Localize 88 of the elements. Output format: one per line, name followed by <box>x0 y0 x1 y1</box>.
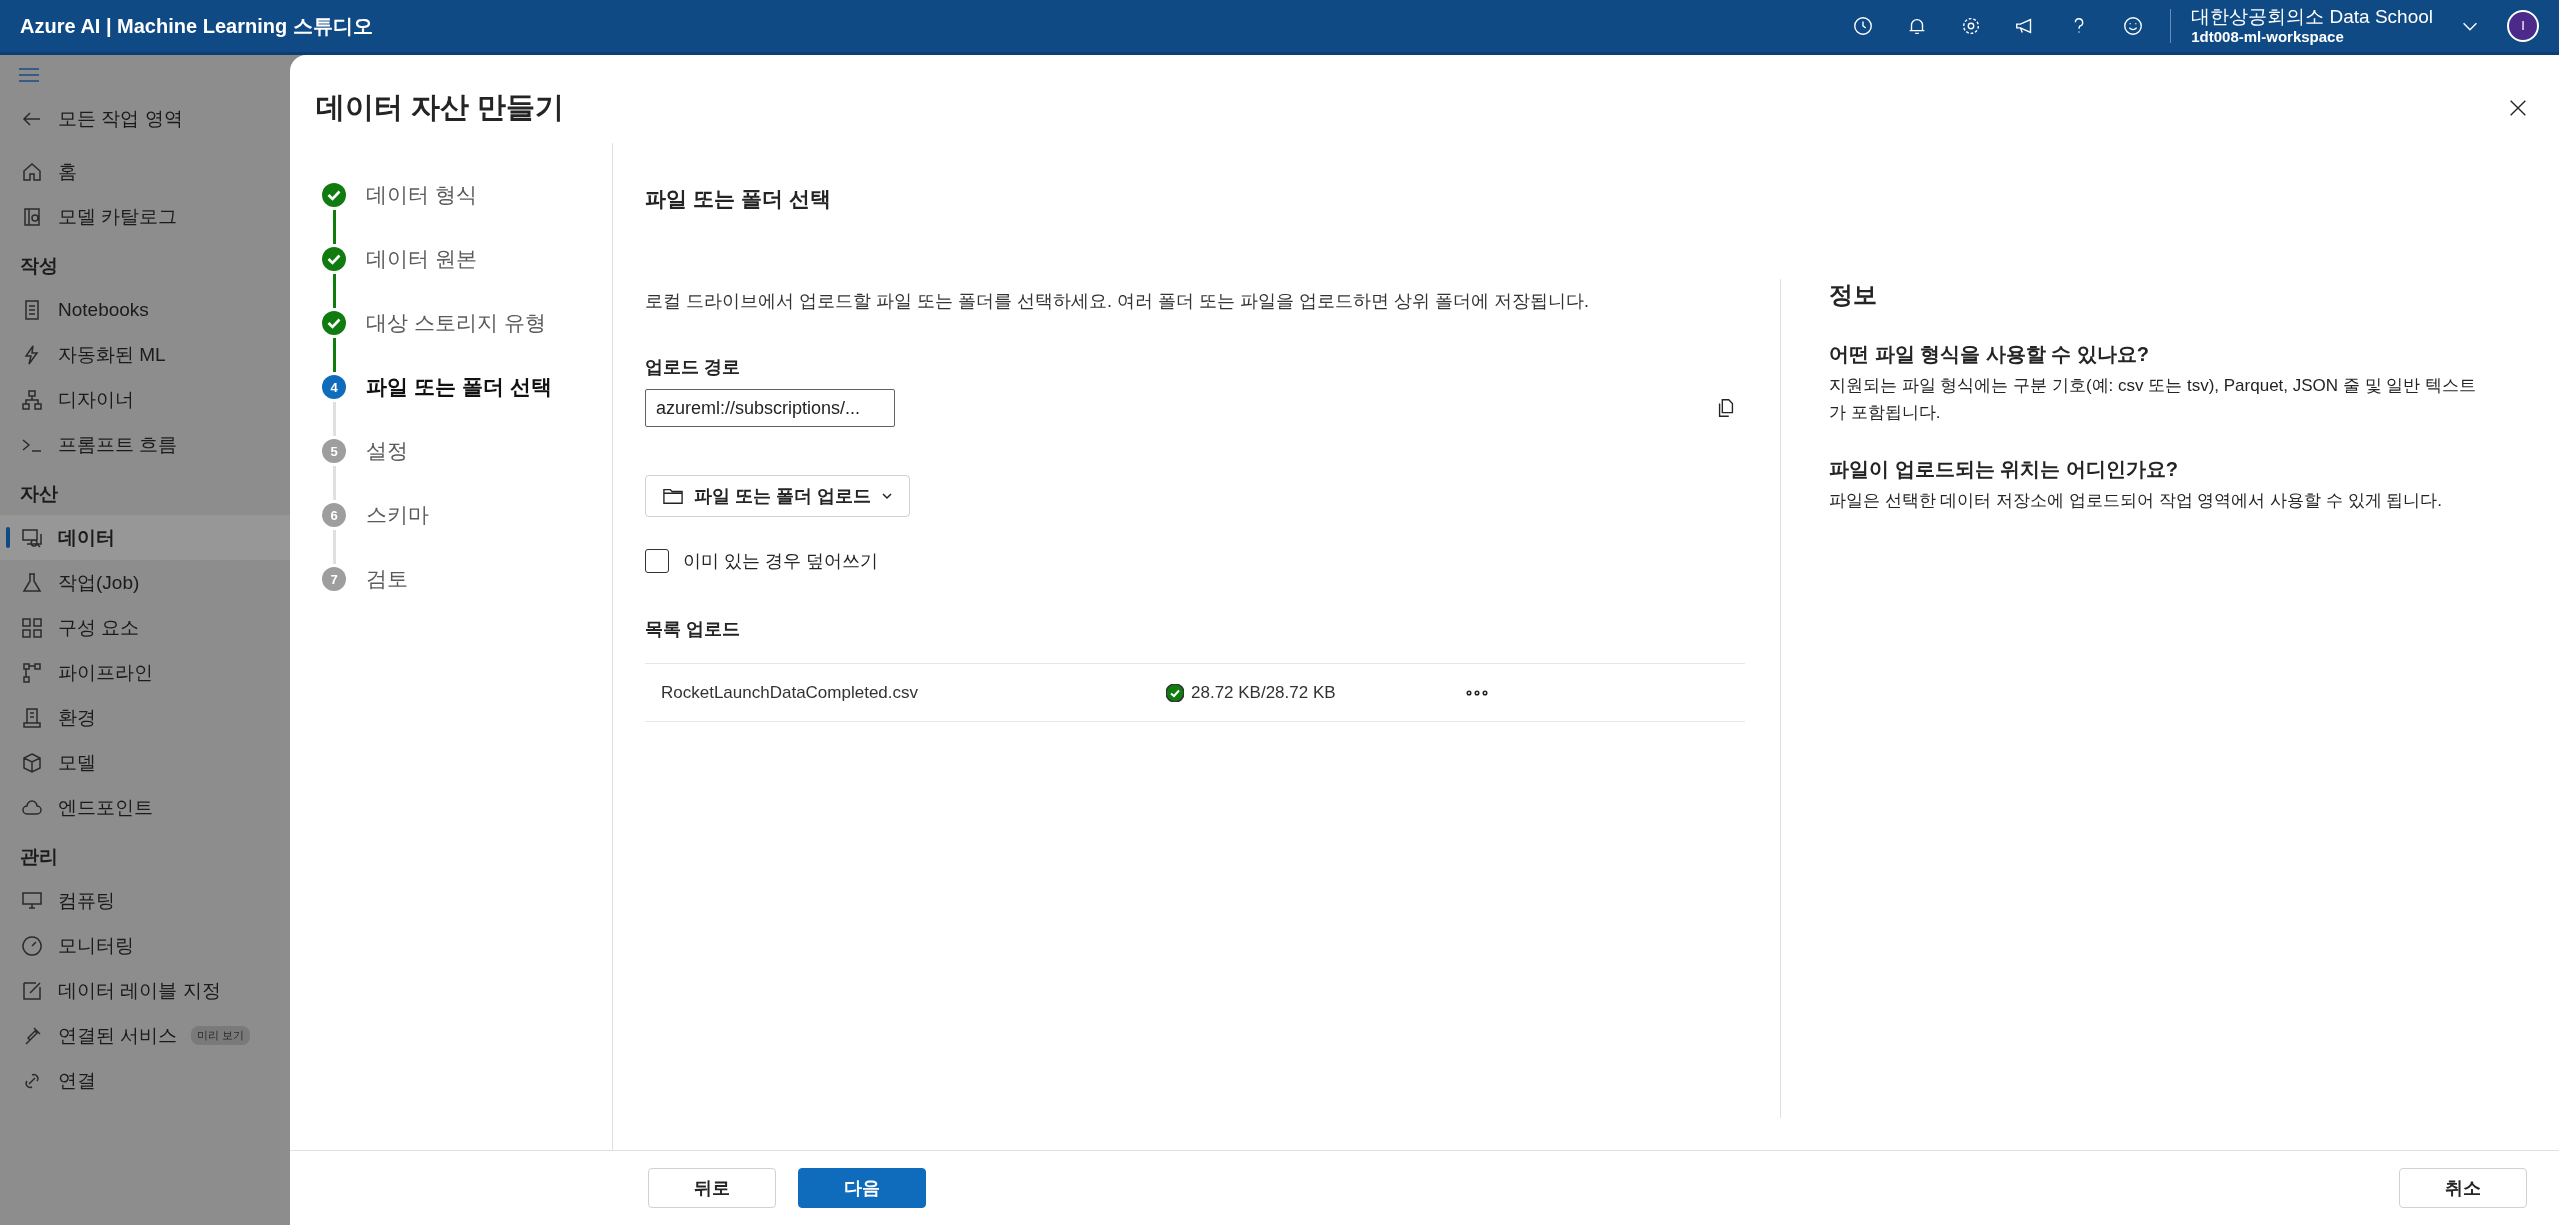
upload-dropdown-button[interactable]: 파일 또는 폴더 업로드 <box>645 475 910 517</box>
nav-item[interactable]: 데이터 레이블 지정 <box>0 968 290 1013</box>
nav-label: 디자이너 <box>58 387 134 412</box>
cube-icon <box>20 750 44 775</box>
list-heading: 목록 업로드 <box>645 618 741 641</box>
check-circle-icon <box>322 183 346 207</box>
dialog-title: 데이터 자산 만들기 <box>316 90 565 125</box>
nav-label: 자동화된 ML <box>58 342 166 367</box>
grid-icon <box>20 615 44 640</box>
nav-item[interactable]: 모델 카탈로그 <box>0 194 290 239</box>
step-label[interactable]: 데이터 원본 <box>366 245 477 273</box>
cancel-button[interactable]: 취소 <box>2399 1168 2527 1208</box>
section-header: 자산 <box>19 482 59 506</box>
next-button[interactable]: 다음 <box>798 1168 926 1208</box>
nav-item[interactable]: 구성 요소 <box>0 605 290 650</box>
info-title: 정보 <box>1829 280 1878 310</box>
check-circle-icon <box>322 311 346 335</box>
back-link[interactable]: 모든 작업 영역 <box>0 89 290 149</box>
nav-item[interactable]: 작업(Job) <box>0 560 290 605</box>
faq-question: 파일이 업로드되는 위치는 어디인가요? <box>1829 457 2179 483</box>
step-label[interactable]: 설정 <box>366 437 408 465</box>
organization-name: 대한상공회의소 Data School <box>2191 5 2433 29</box>
nav-label: 홈 <box>58 159 77 184</box>
nav-item[interactable]: 모니터링 <box>0 923 290 968</box>
nav-label: 모델 카탈로그 <box>58 204 178 229</box>
nav-item[interactable]: 모델 <box>0 740 290 785</box>
nav-item[interactable]: 디자이너 <box>0 377 290 422</box>
upload-path-field[interactable]: azureml://subscriptions/... <box>645 389 895 427</box>
nav-item[interactable]: Notebooks <box>0 287 290 332</box>
nav-label: 환경 <box>58 705 96 730</box>
nav-label: Notebooks <box>58 298 149 321</box>
user-avatar[interactable]: I <box>2507 10 2539 42</box>
chevron-down-icon <box>881 490 893 502</box>
nav-label: 모델 <box>58 750 96 775</box>
nav-item[interactable]: 컴퓨팅 <box>0 878 290 923</box>
nav-label: 구성 요소 <box>58 615 140 640</box>
checkbox-label[interactable]: 이미 있는 경우 덮어쓰기 <box>683 549 878 573</box>
back-button[interactable]: 뒤로 <box>648 1168 776 1208</box>
faq-answer: 지원되는 파일 형식에는 구분 기호(예: csv 또는 tsv), Parquet, JSON 줄 및 일반 텍스트가 포함됩니다. <box>1829 375 2477 425</box>
step-label[interactable]: 데이터 형식 <box>366 181 477 209</box>
nav-label: 프롬프트 흐름 <box>58 432 178 457</box>
nav-item[interactable]: 자동화된 ML <box>0 332 290 377</box>
nav-label: 엔드포인트 <box>58 795 153 820</box>
field-label: 업로드 경로 <box>645 356 741 379</box>
nav-item[interactable]: 프롬프트 흐름 <box>0 422 290 467</box>
section-header: 작성 <box>19 254 59 278</box>
pipeline-icon <box>20 660 44 685</box>
file-size: 28.72 KB/28.72 KB <box>1191 682 1336 703</box>
nav-item[interactable]: 홈 <box>0 149 290 194</box>
step-label[interactable]: 스키마 <box>366 501 429 529</box>
step-number: 5 <box>322 439 346 463</box>
nav-label: 연결된 서비스 <box>58 1023 178 1048</box>
app-title[interactable]: Azure AI | Machine Learning 스튜디오 <box>20 12 373 40</box>
section-header: 관리 <box>19 845 59 869</box>
nav-item[interactable]: 연결된 서비스 미리 보기 <box>0 1013 290 1058</box>
nav-item[interactable]: 연결 <box>0 1058 290 1103</box>
nav-label: 연결 <box>58 1068 96 1093</box>
more-icon[interactable] <box>1466 689 1488 696</box>
step-number: 4 <box>322 375 346 399</box>
file-name: RocketLaunchDataCompleted.csv <box>660 682 920 703</box>
gauge-icon <box>20 933 44 958</box>
step-label[interactable]: 대상 스토리지 유형 <box>366 309 546 337</box>
nav-label: 모니터링 <box>58 933 134 958</box>
nav-item[interactable]: 파이프라인 <box>0 650 290 695</box>
building-icon <box>20 705 44 730</box>
nav-label: 데이터 <box>58 525 115 550</box>
nav-item[interactable]: 엔드포인트 <box>0 785 290 830</box>
section-heading: 파일 또는 폴더 선택 <box>645 186 832 212</box>
check-circle-icon <box>322 247 346 271</box>
flask-icon <box>20 570 44 595</box>
preview-badge: 미리 보기 <box>191 1026 251 1045</box>
nav-label: 파이프라인 <box>58 660 153 685</box>
step-label[interactable]: 검토 <box>366 565 408 593</box>
step-number: 6 <box>322 503 346 527</box>
hierarchy-icon <box>20 387 44 412</box>
faq-answer: 파일은 선택한 데이터 저장소에 업로드되어 작업 영역에서 사용할 수 있게 됩니다. <box>1829 490 2443 513</box>
description-text: 로컬 드라이브에서 업로드할 파일 또는 폴더를 선택하세요. 여러 폴더 또는 파일을 업로드하면 상위 폴더에 저장됩니다. <box>645 290 1590 313</box>
step-number: 7 <box>322 567 346 591</box>
workspace-name: 1dt008-ml-workspace <box>2191 28 2345 47</box>
nav-item[interactable]: 데이터 <box>0 515 290 560</box>
faq-question: 어떤 파일 형식을 사용할 수 있나요? <box>1829 342 2150 367</box>
nav-label: 컴퓨팅 <box>58 888 115 913</box>
step-label[interactable]: 파일 또는 폴더 선택 <box>366 373 552 401</box>
nav-item[interactable]: 환경 <box>0 695 290 740</box>
nav-label: 작업(Job) <box>58 570 140 595</box>
folder-icon <box>662 486 684 506</box>
overwrite-checkbox[interactable] <box>645 549 669 573</box>
nav-label: 데이터 레이블 지정 <box>58 978 221 1003</box>
